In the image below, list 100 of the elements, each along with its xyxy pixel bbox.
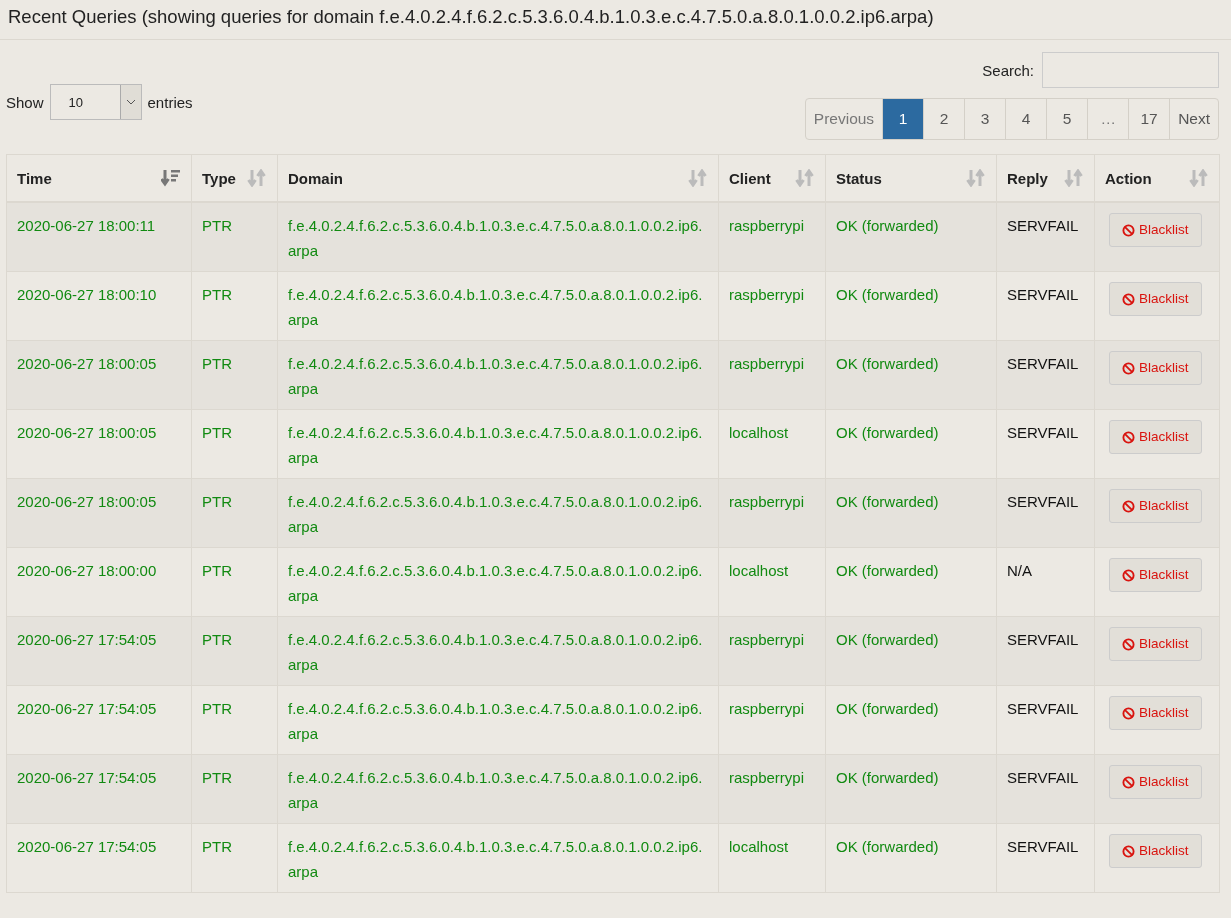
domain-cell: f.e.4.0.2.4.f.6.2.c.5.3.6.0.4.b.1.0.3.e.c.4.7.5.0.a.8.0.1.0.0.2.ip6.arpa (277, 547, 719, 617)
page-button[interactable]: 17 (1128, 99, 1170, 139)
status-cell: OK (forwarded) (825, 409, 997, 479)
time-cell: 2020-06-27 17:54:05 (6, 754, 192, 824)
type-cell: PTR (191, 478, 278, 548)
client-cell: raspberrypi (718, 202, 826, 272)
blacklist-button[interactable]: Blacklist (1109, 696, 1202, 730)
client-cell: raspberrypi (718, 478, 826, 548)
sort-icon[interactable] (161, 169, 181, 187)
reply-cell: SERVFAIL (996, 616, 1095, 686)
time-cell: 2020-06-27 18:00:05 (6, 409, 192, 479)
column-header[interactable]: Time (17, 169, 52, 187)
sort-icon[interactable] (688, 169, 708, 187)
status-cell: OK (forwarded) (825, 547, 997, 617)
client-cell: raspberrypi (718, 754, 826, 824)
page-title: Recent Queries (showing queries for domain f.e.4.0.2.4.f.6.2.c.5.3.6.0.4.b.1.0.3.e.c.4.7.5.0.a.8.0.1.0.0.2.ip6.arpa) (0, 0, 1231, 40)
entries-select[interactable]: 10 (49, 84, 142, 120)
reply-cell: SERVFAIL (996, 202, 1095, 272)
type-cell: PTR (191, 547, 278, 617)
blacklist-button[interactable]: Blacklist (1109, 420, 1202, 454)
reply-cell: SERVFAIL (996, 478, 1095, 548)
reply-cell: SERVFAIL (996, 754, 1095, 824)
reply-cell: SERVFAIL (996, 685, 1095, 755)
type-cell: PTR (191, 271, 278, 341)
client-cell: raspberrypi (718, 685, 826, 755)
sort-icon[interactable] (966, 169, 986, 187)
blacklist-button[interactable]: Blacklist (1109, 351, 1202, 385)
column-header[interactable]: Type (202, 169, 236, 187)
status-cell: OK (forwarded) (825, 754, 997, 824)
time-cell: 2020-06-27 18:00:00 (6, 547, 192, 617)
blacklist-button[interactable]: Blacklist (1109, 627, 1202, 661)
show-label: Show (6, 93, 44, 111)
blacklist-button[interactable]: Blacklist (1109, 834, 1202, 868)
search-label: Search: (982, 61, 1034, 79)
ban-icon (1122, 430, 1135, 444)
domain-cell: f.e.4.0.2.4.f.6.2.c.5.3.6.0.4.b.1.0.3.e.c.4.7.5.0.a.8.0.1.0.0.2.ip6.arpa (277, 823, 719, 893)
blacklist-button[interactable]: Blacklist (1109, 558, 1202, 592)
page-button[interactable]: 2 (923, 99, 965, 139)
type-cell: PTR (191, 754, 278, 824)
client-cell: raspberrypi (718, 340, 826, 410)
client-cell: localhost (718, 409, 826, 479)
page-button[interactable]: 5 (1046, 99, 1088, 139)
entries-label: entries (147, 93, 193, 111)
sort-icon[interactable] (1189, 169, 1209, 187)
client-cell: localhost (718, 547, 826, 617)
blacklist-button[interactable]: Blacklist (1109, 765, 1202, 799)
type-cell: PTR (191, 340, 278, 410)
status-cell: OK (forwarded) (825, 823, 997, 893)
ban-icon (1122, 499, 1135, 513)
time-cell: 2020-06-27 17:54:05 (6, 823, 192, 893)
client-cell: localhost (718, 823, 826, 893)
sort-icon[interactable] (795, 169, 815, 187)
reply-cell: SERVFAIL (996, 271, 1095, 341)
ban-icon (1122, 706, 1135, 720)
ban-icon (1122, 844, 1135, 858)
page-button[interactable]: Next (1169, 99, 1218, 139)
column-header[interactable]: Domain (288, 169, 343, 187)
status-cell: OK (forwarded) (825, 685, 997, 755)
domain-cell: f.e.4.0.2.4.f.6.2.c.5.3.6.0.4.b.1.0.3.e.c.4.7.5.0.a.8.0.1.0.0.2.ip6.arpa (277, 685, 719, 755)
page-button[interactable]: 4 (1005, 99, 1047, 139)
time-cell: 2020-06-27 18:00:05 (6, 478, 192, 548)
page-button[interactable]: 3 (964, 99, 1006, 139)
blacklist-button[interactable]: Blacklist (1109, 282, 1202, 316)
domain-cell: f.e.4.0.2.4.f.6.2.c.5.3.6.0.4.b.1.0.3.e.c.4.7.5.0.a.8.0.1.0.0.2.ip6.arpa (277, 409, 719, 479)
status-cell: OK (forwarded) (825, 202, 997, 272)
domain-cell: f.e.4.0.2.4.f.6.2.c.5.3.6.0.4.b.1.0.3.e.c.4.7.5.0.a.8.0.1.0.0.2.ip6.arpa (277, 202, 719, 272)
domain-cell: f.e.4.0.2.4.f.6.2.c.5.3.6.0.4.b.1.0.3.e.c.4.7.5.0.a.8.0.1.0.0.2.ip6.arpa (277, 271, 719, 341)
status-cell: OK (forwarded) (825, 616, 997, 686)
column-header[interactable]: Action (1105, 169, 1152, 187)
type-cell: PTR (191, 616, 278, 686)
sort-icon[interactable] (1064, 169, 1084, 187)
type-cell: PTR (191, 409, 278, 479)
search-field[interactable] (1042, 52, 1219, 88)
reply-cell: SERVFAIL (996, 409, 1095, 479)
blacklist-button[interactable]: Blacklist (1109, 489, 1202, 523)
domain-cell: f.e.4.0.2.4.f.6.2.c.5.3.6.0.4.b.1.0.3.e.c.4.7.5.0.a.8.0.1.0.0.2.ip6.arpa (277, 754, 719, 824)
status-cell: OK (forwarded) (825, 478, 997, 548)
client-cell: raspberrypi (718, 616, 826, 686)
client-cell: raspberrypi (718, 271, 826, 341)
ban-icon (1122, 568, 1135, 582)
type-cell: PTR (191, 202, 278, 272)
type-cell: PTR (191, 685, 278, 755)
time-cell: 2020-06-27 18:00:10 (6, 271, 192, 341)
caret-icon (125, 99, 136, 105)
ban-icon (1122, 637, 1135, 651)
reply-cell: N/A (996, 547, 1095, 617)
domain-cell: f.e.4.0.2.4.f.6.2.c.5.3.6.0.4.b.1.0.3.e.c.4.7.5.0.a.8.0.1.0.0.2.ip6.arpa (277, 340, 719, 410)
page-button[interactable]: 1 (882, 99, 924, 139)
column-header[interactable]: Reply (1007, 169, 1048, 187)
ban-icon (1122, 292, 1135, 306)
column-header[interactable]: Status (836, 169, 882, 187)
status-cell: OK (forwarded) (825, 340, 997, 410)
type-cell: PTR (191, 823, 278, 893)
time-cell: 2020-06-27 18:00:11 (6, 202, 192, 272)
time-cell: 2020-06-27 17:54:05 (6, 616, 192, 686)
time-cell: 2020-06-27 17:54:05 (6, 685, 192, 755)
sort-icon[interactable] (247, 169, 267, 187)
domain-cell: f.e.4.0.2.4.f.6.2.c.5.3.6.0.4.b.1.0.3.e.c.4.7.5.0.a.8.0.1.0.0.2.ip6.arpa (277, 616, 719, 686)
blacklist-button[interactable]: Blacklist (1109, 213, 1202, 247)
column-header[interactable]: Client (729, 169, 771, 187)
